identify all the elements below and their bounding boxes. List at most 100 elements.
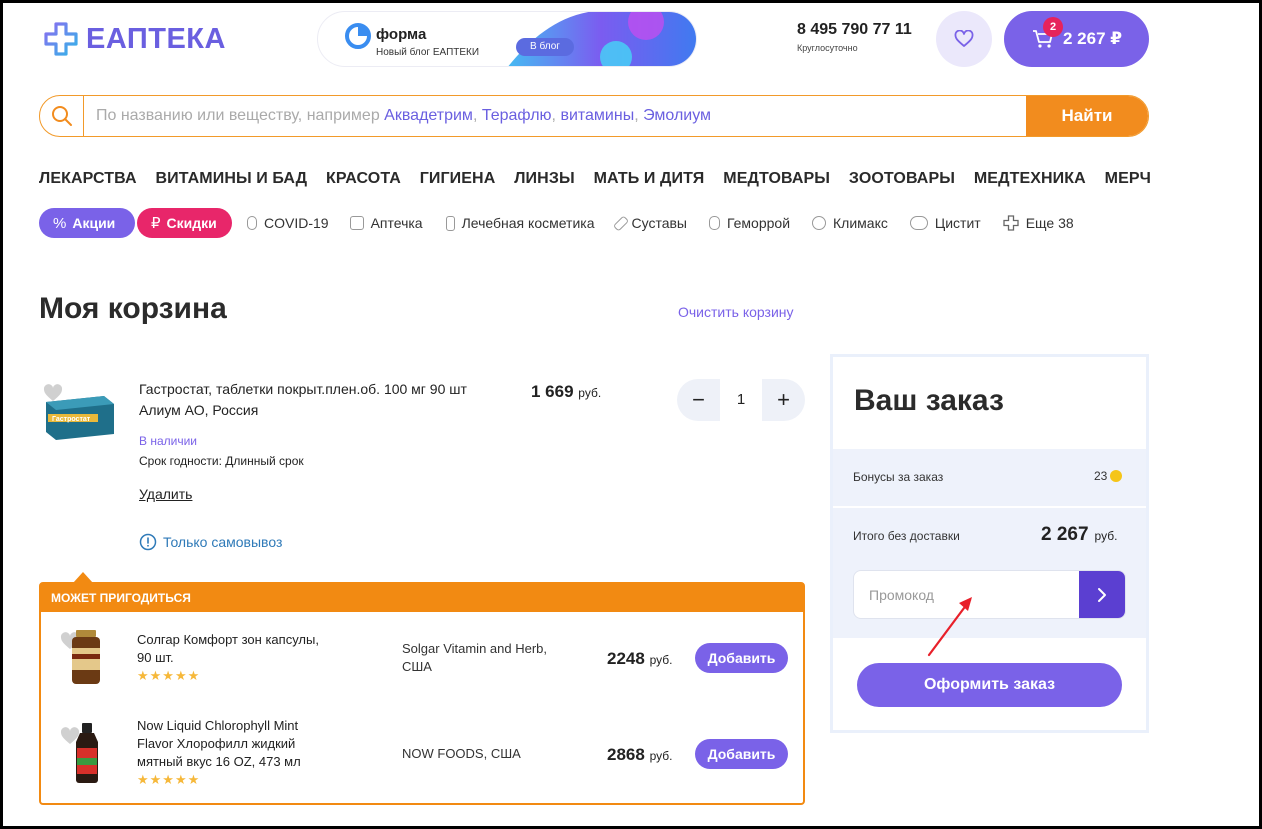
recommendations-header: МОЖЕТ ПРИГОДИТЬСЯ [41,584,803,612]
tag-label: Геморрой [727,215,791,231]
category-link-hygiene[interactable]: ГИГИЕНА [420,170,496,188]
plus-cross-icon [1003,215,1019,231]
tag-menopause[interactable]: Климакс [812,215,888,231]
recommendation-name[interactable]: Солгар Комфорт зон капсулы, 90 шт. [137,631,327,667]
bonus-value: 23 [1094,469,1123,483]
product-price-currency: руб. [578,386,602,400]
tag-cosmetics[interactable]: Лечебная косметика [445,215,595,231]
tag-label: Климакс [833,215,888,231]
search-example-link[interactable]: витамины [560,107,634,124]
search-icon [51,106,72,126]
add-to-cart-button[interactable]: Добавить [695,643,788,673]
category-link-med-equipment[interactable]: МЕДТЕХНИКА [974,170,1086,188]
decrease-quantity-button[interactable]: − [677,379,720,421]
recommendation-brand: NOW FOODS, США [402,746,521,761]
product-name[interactable]: Гастростат, таблетки покрыт.плен.об. 100… [139,379,519,421]
hand-icon [247,216,257,230]
product-box-label: Гастростат [52,416,91,423]
tag-label: Лечебная косметика [461,215,595,231]
favorites-button[interactable] [936,11,992,67]
category-link-merch[interactable]: МЕРЧ [1105,170,1151,188]
category-link-beauty[interactable]: КРАСОТА [326,170,401,188]
product-title: Гастростат, таблетки покрыт.плен.об. 100… [139,381,467,397]
tag-hemorrhoids[interactable]: Геморрой [709,215,790,231]
quantity-value[interactable]: 1 [720,379,762,421]
cart-total: 2 267 ₽ [1063,29,1123,48]
tag-cystitis[interactable]: Цистит [909,215,981,231]
increase-quantity-button[interactable]: + [762,379,805,421]
chevron-right-icon [1098,587,1106,602]
category-link-lenses[interactable]: ЛИНЗЫ [514,170,574,188]
product-maker: Алиум АО, Россия [139,402,259,418]
chlorophyll-bottle-image[interactable] [72,722,102,784]
recommendation-name[interactable]: Now Liquid Chlorophyll Mint Flavor Хлоро… [137,717,327,771]
total-label: Итого без доставки [853,529,960,543]
quantity-stepper: − 1 + [677,379,805,421]
divider [833,506,1146,508]
tag-label: Аптечка [370,215,423,231]
remove-item-link[interactable]: Удалить [139,486,192,502]
total-value: 2 267 руб. [1041,524,1117,546]
tag-joints[interactable]: Суставы [612,214,688,232]
product-price: 1 669 руб. [531,382,601,402]
tag-first-aid[interactable]: Аптечка [349,215,423,231]
pickup-label: Только самовывоз [163,534,283,550]
search-example-link[interactable]: Эмолиум [643,107,711,124]
category-link-mother-child[interactable]: МАТЬ И ДИТЯ [594,170,705,188]
heart-icon [954,30,974,47]
expiry-info: Срок годности: Длинный срок [139,454,304,468]
bonus-label: Бонусы за заказ [853,470,944,484]
blog-button[interactable]: В блог [516,38,574,56]
category-nav: ЛЕКАРСТВА ВИТАМИНЫ И БАД КРАСОТА ГИГИЕНА… [39,170,1151,188]
cart-button[interactable]: 2 267 ₽ [1004,11,1149,67]
bonus-amount: 23 [1094,469,1108,483]
banner-subtitle: Новый блог ЕАПТЕКИ [376,47,480,58]
category-link-vitamins[interactable]: ВИТАМИНЫ И БАД [156,170,308,188]
solgar-jar-image[interactable] [70,628,102,686]
search-button[interactable]: Найти [1026,96,1148,136]
add-to-cart-button[interactable]: Добавить [695,739,788,769]
discounts-pill[interactable]: ₽ Скидки [137,208,232,238]
rating-stars: ★★★★★ [137,668,201,683]
first-aid-icon [349,216,364,230]
blog-banner[interactable]: форма Новый блог ЕАПТЕКИ В блог [317,11,697,67]
search-example-separator: , [472,107,482,124]
search-input[interactable]: По названию или веществу, например Аквад… [84,96,1026,136]
search-bar[interactable]: По названию или веществу, например Аквад… [39,95,1149,137]
banner-title: форма [376,26,427,43]
kidneys-icon [909,216,928,230]
flower-icon [812,216,827,230]
search-example-link[interactable]: Аквадетрим [384,107,473,124]
logo-text: ЕАПТЕКА [86,22,226,55]
promo-code-field [853,570,1126,619]
pickup-only-notice[interactable]: Только самовывоз [139,533,282,551]
phone-number[interactable]: 8 495 790 77 11 [797,21,912,39]
category-link-medicines[interactable]: ЛЕКАРСТВА [39,170,137,188]
forma-logo-icon [345,23,371,49]
recommendation-price: 2868 руб. [607,745,672,765]
total-amount: 2 267 [1041,524,1089,545]
bone-icon [612,214,629,232]
apply-promo-button[interactable] [1079,571,1125,618]
ruble-icon: ₽ [151,215,161,232]
clear-cart-link[interactable]: Очистить корзину [678,304,794,320]
total-currency: руб. [1094,529,1118,543]
site-logo[interactable]: ЕАПТЕКА [44,22,226,56]
tag-label: Суставы [631,215,688,231]
tag-covid[interactable]: COVID-19 [247,215,329,231]
product-price-value: 1 669 [531,382,574,401]
product-image[interactable]: Гастростат [42,390,116,442]
order-title: Ваш заказ [854,384,1004,417]
tag-more[interactable]: Еще 38 [1003,215,1074,231]
category-link-medical-goods[interactable]: МЕДТОВАРЫ [723,170,830,188]
percent-icon: % [53,214,67,232]
recommendation-price-value: 2868 [607,745,645,764]
bottle-icon [445,215,455,231]
promo-pill[interactable]: % Акции [39,208,135,238]
suppository-icon [709,216,720,230]
search-example-link[interactable]: Терафлю [482,107,552,124]
search-placeholder-text: По названию или веществу, например [96,107,385,124]
checkout-button[interactable]: Оформить заказ [857,663,1122,707]
search-icon-wrap [40,96,84,136]
category-link-pet-goods[interactable]: ЗООТОВАРЫ [849,170,955,188]
